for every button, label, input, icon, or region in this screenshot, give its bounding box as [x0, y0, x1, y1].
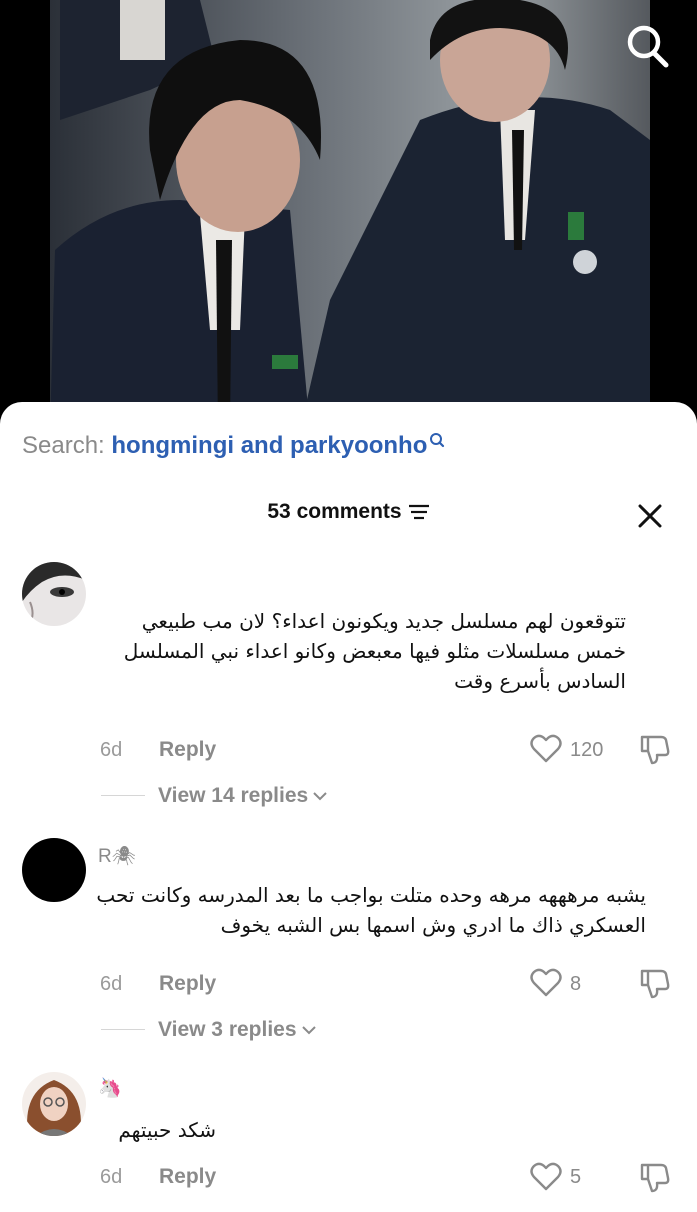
comment-text: يشبه مرهههه مرهه وحده متلت بواجب ما بعد …: [96, 883, 646, 937]
reply-button[interactable]: Reply: [159, 1165, 216, 1189]
avatar[interactable]: [22, 838, 86, 902]
comment-username[interactable]: 🦄: [98, 1076, 122, 1100]
avatar-image: [22, 1072, 86, 1136]
avatar-image: [22, 562, 86, 626]
search-prefix: Search:: [22, 432, 105, 459]
like-count: 8: [570, 973, 582, 995]
comment-age: 6d: [100, 973, 123, 995]
comments-header: 53 comments: [0, 500, 697, 524]
comment-text: شكد حبيتهم: [118, 1118, 216, 1142]
search-small-icon: [430, 433, 445, 448]
dislike-icon[interactable]: [638, 967, 670, 1001]
like-count: 5: [570, 1166, 582, 1188]
chevron-down-icon: [313, 792, 327, 801]
reply-button[interactable]: Reply: [159, 738, 216, 762]
search-button[interactable]: [622, 22, 672, 72]
view-replies-button[interactable]: View 14 replies: [158, 784, 328, 808]
video-still-image: [0, 0, 697, 430]
search-icon: [627, 25, 669, 68]
like-count: 120: [570, 739, 604, 761]
comment-text: تتوقعون لهم مسلسل جديد ويكونون اعداء؟ لا…: [123, 609, 626, 693]
close-icon: [638, 504, 662, 528]
replies-divider: [101, 1029, 145, 1030]
chevron-down-icon: [301, 1026, 316, 1035]
comment-username[interactable]: R🕷: [98, 844, 136, 868]
search-query-link[interactable]: hongmingi and parkyoonho: [111, 432, 427, 459]
heart-icon[interactable]: [530, 1162, 562, 1192]
close-button[interactable]: [636, 502, 664, 530]
view-replies-button[interactable]: View 3 replies: [158, 1018, 317, 1042]
heart-icon[interactable]: [530, 734, 562, 764]
comment-age: 6d: [100, 739, 123, 761]
dislike-icon[interactable]: [638, 733, 670, 767]
search-suggestion[interactable]: Search: hongmingi and parkyoonho: [22, 432, 445, 460]
comment-age: 6d: [100, 1166, 123, 1188]
comments-count: 53 comments: [267, 500, 402, 523]
reply-button[interactable]: Reply: [159, 972, 216, 996]
video-frame[interactable]: [0, 0, 697, 430]
dislike-icon[interactable]: [638, 1161, 670, 1195]
view-replies-label: View 14 replies: [158, 784, 309, 807]
heart-icon[interactable]: [530, 968, 562, 998]
avatar[interactable]: [22, 562, 86, 626]
view-replies-label: View 3 replies: [158, 1018, 297, 1041]
avatar[interactable]: [22, 1072, 86, 1136]
sort-filter-icon[interactable]: [408, 503, 430, 521]
replies-divider: [101, 795, 145, 796]
